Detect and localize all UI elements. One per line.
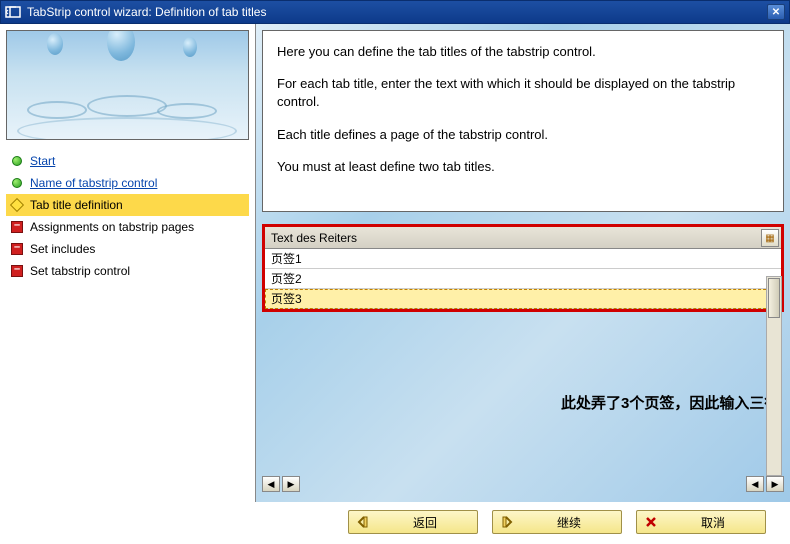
step-name-of-tabstrip[interactable]: Name of tabstrip control bbox=[6, 172, 249, 194]
table-row[interactable]: 页签3 bbox=[265, 289, 781, 309]
instruction-line: For each tab title, enter the text with … bbox=[277, 75, 769, 111]
cell-value: 页签3 bbox=[271, 290, 302, 307]
step-set-includes[interactable]: Set includes bbox=[6, 238, 249, 260]
button-label: 返回 bbox=[389, 514, 461, 531]
scroll-right-button[interactable]: ▶ bbox=[282, 476, 300, 492]
continue-icon bbox=[499, 514, 515, 530]
pending-icon bbox=[10, 220, 24, 234]
scroll-left-button[interactable]: ◀ bbox=[746, 476, 764, 492]
scroll-right-button[interactable]: ▶ bbox=[766, 476, 784, 492]
column-header: Text des Reiters bbox=[271, 231, 357, 245]
scrollbar-thumb[interactable] bbox=[768, 278, 780, 318]
cancel-icon bbox=[643, 514, 659, 530]
vertical-scrollbar[interactable] bbox=[766, 276, 782, 476]
active-icon bbox=[10, 198, 24, 212]
footer: 返回 继续 取消 bbox=[0, 502, 790, 542]
step-label: Name of tabstrip control bbox=[30, 176, 157, 190]
decorative-image bbox=[6, 30, 249, 140]
window-title: TabStrip control wizard: Definition of t… bbox=[27, 5, 767, 19]
table-settings-button[interactable]: ▦ bbox=[761, 229, 779, 247]
grid-icon: ▦ bbox=[765, 233, 774, 244]
step-label: Tab title definition bbox=[30, 198, 123, 212]
titlebar: TabStrip control wizard: Definition of t… bbox=[0, 0, 790, 24]
step-start[interactable]: Start bbox=[6, 150, 249, 172]
sidebar: Start Name of tabstrip control Tab title… bbox=[0, 24, 256, 502]
step-label: Start bbox=[30, 154, 55, 168]
scroll-left-button[interactable]: ◀ bbox=[262, 476, 280, 492]
button-label: 继续 bbox=[533, 514, 605, 531]
step-assignments[interactable]: Assignments on tabstrip pages bbox=[6, 216, 249, 238]
step-set-tabstrip[interactable]: Set tabstrip control bbox=[6, 260, 249, 282]
close-button[interactable]: ✕ bbox=[767, 4, 785, 20]
cell-value: 页签2 bbox=[271, 270, 302, 287]
button-label: 取消 bbox=[677, 514, 749, 531]
done-icon bbox=[10, 154, 24, 168]
step-label: Set includes bbox=[30, 242, 95, 256]
pending-icon bbox=[10, 242, 24, 256]
instruction-line: Here you can define the tab titles of th… bbox=[277, 43, 769, 61]
table-body: 页签1 页签2 页签3 bbox=[265, 249, 781, 309]
tab-titles-table: Text des Reiters ▦ 页签1 页签2 页签3 bbox=[262, 224, 784, 312]
table-header: Text des Reiters ▦ bbox=[265, 227, 781, 249]
window-icon bbox=[5, 4, 21, 20]
table-row[interactable]: 页签1 bbox=[265, 249, 781, 269]
pending-icon bbox=[10, 264, 24, 278]
instruction-line: Each title defines a page of the tabstri… bbox=[277, 126, 769, 144]
back-button[interactable]: 返回 bbox=[348, 510, 478, 534]
wizard-steps: Start Name of tabstrip control Tab title… bbox=[0, 146, 255, 286]
content-pane: Here you can define the tab titles of th… bbox=[256, 24, 790, 502]
done-icon bbox=[10, 176, 24, 190]
step-tab-title-definition[interactable]: Tab title definition bbox=[6, 194, 249, 216]
step-label: Set tabstrip control bbox=[30, 264, 130, 278]
cell-value: 页签1 bbox=[271, 250, 302, 267]
horizontal-scroll-controls: ◀ ▶ ◀ ▶ bbox=[262, 476, 784, 494]
instructions: Here you can define the tab titles of th… bbox=[262, 30, 784, 212]
body: Start Name of tabstrip control Tab title… bbox=[0, 24, 790, 502]
back-icon bbox=[355, 514, 371, 530]
annotation-text: 此处弄了3个页签，因此输入三行 bbox=[561, 392, 779, 413]
continue-button[interactable]: 继续 bbox=[492, 510, 622, 534]
cancel-button[interactable]: 取消 bbox=[636, 510, 766, 534]
step-label: Assignments on tabstrip pages bbox=[30, 220, 194, 234]
instruction-line: You must at least define two tab titles. bbox=[277, 158, 769, 176]
table-row[interactable]: 页签2 bbox=[265, 269, 781, 289]
